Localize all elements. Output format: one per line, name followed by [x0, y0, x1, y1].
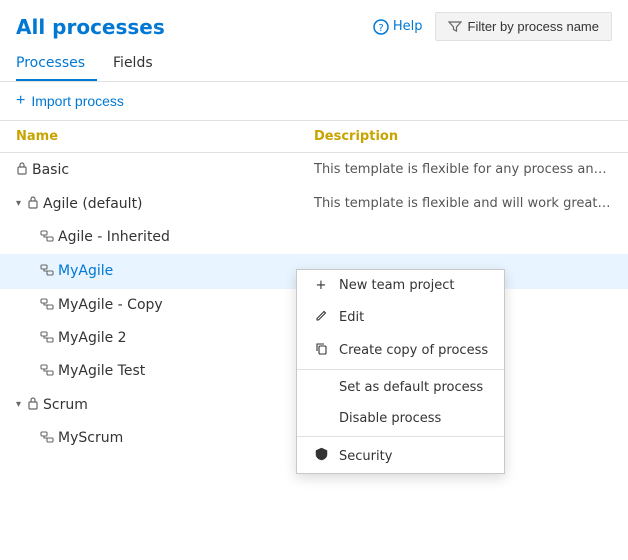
filter-button[interactable]: Filter by process name [435, 12, 613, 41]
process-list: Basic This template is flexible for any … [0, 153, 628, 455]
page-title: All processes [16, 15, 165, 39]
process-name-cell: Agile - Inherited [16, 229, 314, 245]
inherit-icon [40, 298, 54, 313]
header-actions: ? Help Filter by process name [373, 12, 612, 41]
tab-bar: Processes Fields [0, 47, 628, 82]
help-label: Help [393, 19, 423, 34]
menu-item-disable[interactable]: Disable process [297, 403, 504, 434]
filter-label: Filter by process name [468, 19, 600, 34]
process-label: MyScrum [58, 430, 123, 446]
menu-item-set-default[interactable]: Set as default process [297, 372, 504, 403]
menu-divider [297, 369, 504, 370]
inherit-icon [40, 431, 54, 446]
toolbar: + Import process [0, 82, 628, 121]
process-label: MyAgile [58, 263, 113, 279]
lock-icon [16, 161, 28, 178]
lock-icon [27, 195, 39, 212]
col-name-header: Name [16, 129, 314, 144]
import-process-button[interactable]: + Import process [16, 92, 124, 110]
process-name-cell: MyAgile [16, 263, 314, 279]
pencil-icon [313, 309, 329, 326]
shield-icon [313, 447, 329, 465]
help-link[interactable]: ? Help [373, 19, 423, 35]
chevron-down-icon: ▾ [16, 399, 21, 410]
process-name-cell: Basic [16, 161, 314, 178]
process-label: MyAgile - Copy [58, 297, 163, 313]
menu-divider [297, 436, 504, 437]
process-label: Scrum [43, 397, 88, 413]
table-row[interactable]: Basic This template is flexible for any … [0, 153, 628, 187]
table-row[interactable]: Agile - Inherited [0, 221, 628, 254]
page-header: All processes ? Help Filter by process n… [0, 0, 628, 47]
plus-icon: + [16, 92, 25, 110]
svg-text:?: ? [378, 23, 383, 34]
tab-processes[interactable]: Processes [16, 47, 97, 81]
copy-icon [313, 342, 329, 359]
process-name-cell: MyScrum [16, 430, 314, 446]
inherit-icon [40, 331, 54, 346]
menu-item-new-team-project[interactable]: + New team project [297, 270, 504, 301]
menu-item-security[interactable]: Security [297, 439, 504, 473]
tab-fields[interactable]: Fields [113, 47, 165, 81]
menu-item-create-copy[interactable]: Create copy of process [297, 334, 504, 367]
process-label: MyAgile 2 [58, 330, 127, 346]
inherit-icon [40, 264, 54, 279]
lock-icon [27, 396, 39, 413]
process-label: Basic [32, 162, 69, 178]
process-name-cell: ▾ Agile (default) [16, 195, 314, 212]
menu-item-edit[interactable]: Edit [297, 301, 504, 334]
process-name-cell: MyAgile Test [16, 363, 314, 379]
process-label: Agile (default) [43, 196, 143, 212]
process-name-cell: MyAgile - Copy [16, 297, 314, 313]
process-name-cell: ▾ Scrum [16, 396, 314, 413]
help-icon: ? [373, 19, 389, 35]
process-description: This template is flexible and will work … [314, 196, 612, 211]
chevron-down-icon: ▾ [16, 198, 21, 209]
inherit-icon [40, 364, 54, 379]
table-row[interactable]: ▾ Agile (default) This template is flexi… [0, 187, 628, 221]
context-menu: + New team project Edit Create copy of p… [296, 269, 505, 474]
inherit-icon [40, 230, 54, 245]
process-label: MyAgile Test [58, 363, 145, 379]
process-name-cell: MyAgile 2 [16, 330, 314, 346]
filter-icon [448, 20, 462, 34]
process-label: Agile - Inherited [58, 229, 170, 245]
plus-icon: + [313, 278, 329, 293]
process-description: This template is flexible for any proces… [314, 162, 612, 177]
col-description-header: Description [314, 129, 612, 144]
table-header: Name Description [0, 121, 628, 153]
